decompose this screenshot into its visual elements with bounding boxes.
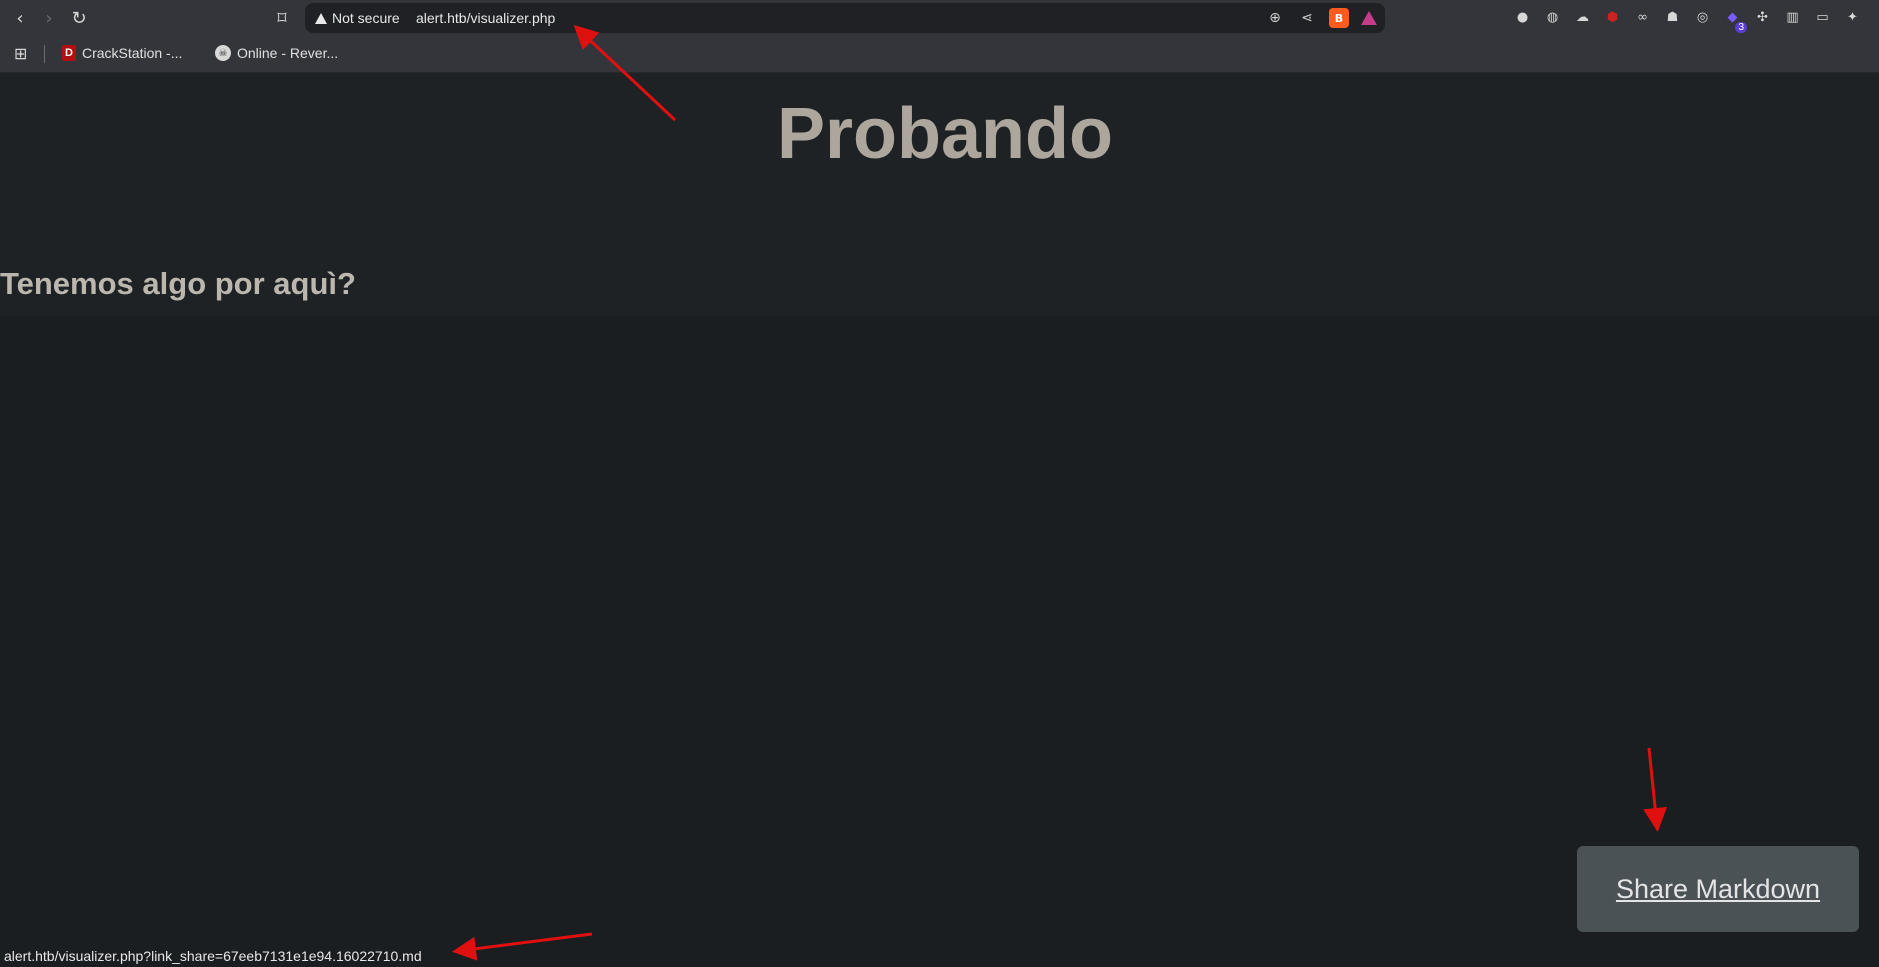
extension-badge: 3 (1735, 22, 1747, 33)
wallet-icon[interactable]: ▭ (1812, 7, 1833, 28)
sidebar-icon[interactable]: ▥ (1782, 7, 1803, 28)
status-bar-url: alert.htb/visualizer.php?link_share=67ee… (0, 945, 426, 967)
back-icon[interactable]: ‹ (8, 6, 32, 30)
bug-extension-icon[interactable]: ☗ (1662, 7, 1683, 28)
bookmark-label: CrackStation -... (82, 45, 183, 61)
leo-ai-icon[interactable]: ✦ (1842, 7, 1863, 28)
skull-favicon-icon: ☠ (215, 45, 231, 61)
browser-toolbar: ‹ › ↻ ⌑ Not secure alert.htb/visualizer.… (0, 0, 1879, 36)
brave-shields-icon[interactable]: B (1329, 8, 1349, 28)
page-subheading: Tenemos algo por aquì? (0, 266, 356, 301)
warning-icon (315, 12, 327, 24)
share-markdown-button[interactable]: Share Markdown (1577, 846, 1859, 932)
share-icon[interactable]: ⋖ (1297, 8, 1317, 28)
bookmark-online-reverse[interactable]: ☠ Online - Rever... (215, 45, 338, 61)
bookmark-label: Online - Rever... (237, 45, 339, 61)
link-extension-icon[interactable]: ∞ (1632, 7, 1653, 28)
ublock-icon[interactable]: ⬢ (1602, 7, 1623, 28)
bookmark-icon[interactable]: ⌑ (270, 6, 294, 30)
address-bar[interactable]: Not secure alert.htb/visualizer.php ⊕ ⋖ … (305, 3, 1385, 33)
brave-rewards-icon[interactable] (1361, 11, 1377, 25)
wappalyzer-icon[interactable]: ◆ 3 (1722, 7, 1747, 33)
url-actions: ⊕ ⋖ B (1265, 8, 1377, 28)
share-markdown-link[interactable]: Share Markdown (1616, 874, 1820, 905)
apps-grid-icon[interactable]: ⊞ (14, 44, 32, 63)
ghost-extension-icon[interactable]: ☁ (1572, 7, 1593, 28)
cookie-editor-icon[interactable]: ● (1512, 7, 1533, 28)
extensions-puzzle-icon[interactable]: ✣ (1752, 7, 1773, 28)
bookmarks-bar: ⊞ D CrackStation -... ☠ Online - Rever..… (0, 36, 1879, 73)
security-label: Not secure (332, 10, 400, 26)
crackstation-favicon-icon: D (62, 45, 76, 61)
page-content: Probando Tenemos algo por aquì? Share Ma… (0, 73, 1879, 967)
zoom-icon[interactable]: ⊕ (1265, 8, 1285, 28)
security-indicator[interactable]: Not secure (315, 10, 400, 26)
reload-icon[interactable]: ↻ (67, 6, 91, 30)
bookmarks-divider (44, 45, 45, 63)
cookie-icon[interactable]: ◍ (1542, 7, 1563, 28)
url-text[interactable]: alert.htb/visualizer.php (416, 10, 555, 26)
extensions-bar: ● ◍ ☁ ⬢ ∞ ☗ ◎ ◆ 3 ✣ ▥ ▭ ✦ (1512, 7, 1863, 33)
bookmark-crackstation[interactable]: D CrackStation -... (62, 45, 182, 61)
glasses-extension-icon[interactable]: ◎ (1692, 7, 1713, 28)
forward-icon[interactable]: › (37, 6, 61, 30)
page-title: Probando (777, 94, 1113, 174)
